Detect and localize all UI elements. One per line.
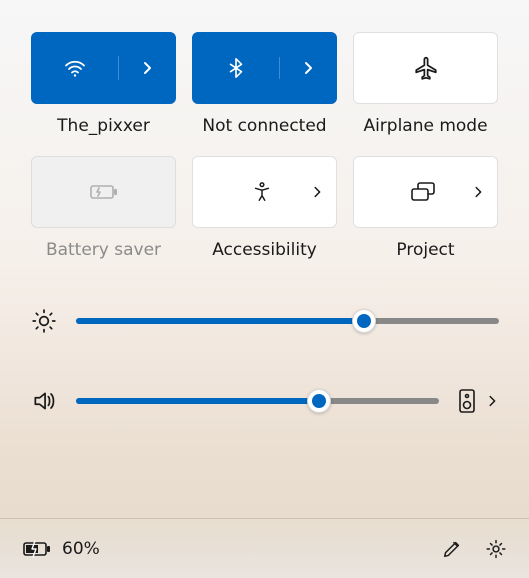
brightness-slider[interactable] — [76, 318, 499, 324]
bluetooth-label: Not connected — [202, 116, 326, 136]
audio-expand[interactable] — [485, 394, 499, 408]
brightness-icon — [30, 308, 58, 334]
airplane-tile-wrap: Airplane mode — [352, 32, 499, 136]
volume-thumb[interactable] — [307, 389, 331, 413]
battery-saver-tile — [31, 156, 176, 228]
accessibility-icon — [251, 181, 273, 203]
accessibility-expand[interactable] — [310, 185, 324, 199]
battery-saver-tile-wrap: Battery saver — [30, 156, 177, 260]
sliders-section — [30, 308, 499, 414]
volume-row — [30, 388, 499, 414]
accessibility-tile-wrap: Accessibility — [191, 156, 338, 260]
project-expand[interactable] — [471, 185, 485, 199]
wifi-expand[interactable] — [119, 60, 175, 76]
wifi-label: The_pixxer — [57, 116, 150, 136]
project-icon — [410, 181, 436, 203]
bottom-actions — [441, 538, 507, 560]
battery-percent: 60% — [62, 539, 100, 559]
bluetooth-tile[interactable] — [192, 32, 337, 104]
gear-icon — [485, 538, 507, 560]
volume-fill — [76, 398, 319, 404]
airplane-tile[interactable] — [353, 32, 498, 104]
wifi-tile-wrap: The_pixxer — [30, 32, 177, 136]
volume-icon — [30, 388, 58, 414]
battery-icon — [22, 539, 52, 559]
battery-saver-icon — [89, 181, 119, 203]
accessibility-tile[interactable] — [192, 156, 337, 228]
volume-slider[interactable] — [76, 398, 439, 404]
audio-output-button[interactable] — [457, 388, 477, 414]
wifi-icon — [63, 56, 87, 80]
bottom-bar: 60% — [0, 518, 529, 578]
settings-button[interactable] — [485, 538, 507, 560]
wifi-toggle[interactable] — [32, 56, 119, 80]
quick-settings-panel: The_pixxer — [0, 0, 529, 414]
project-label: Project — [396, 240, 454, 260]
project-tile-wrap: Project — [352, 156, 499, 260]
tile-grid: The_pixxer — [30, 32, 499, 260]
accessibility-label: Accessibility — [212, 240, 317, 260]
volume-right-controls — [457, 388, 499, 414]
chevron-right-icon — [139, 60, 155, 76]
bluetooth-expand[interactable] — [280, 60, 336, 76]
edit-button[interactable] — [441, 538, 463, 560]
bluetooth-toggle[interactable] — [193, 57, 280, 79]
bluetooth-icon — [225, 57, 247, 79]
battery-status[interactable]: 60% — [22, 539, 100, 559]
brightness-fill — [76, 318, 364, 324]
wifi-tile[interactable] — [31, 32, 176, 104]
pencil-icon — [441, 538, 463, 560]
bluetooth-tile-wrap: Not connected — [191, 32, 338, 136]
battery-saver-label: Battery saver — [46, 240, 161, 260]
airplane-label: Airplane mode — [363, 116, 487, 136]
airplane-icon — [413, 55, 439, 81]
chevron-right-icon — [300, 60, 316, 76]
project-tile[interactable] — [353, 156, 498, 228]
brightness-row — [30, 308, 499, 334]
brightness-thumb[interactable] — [352, 309, 376, 333]
